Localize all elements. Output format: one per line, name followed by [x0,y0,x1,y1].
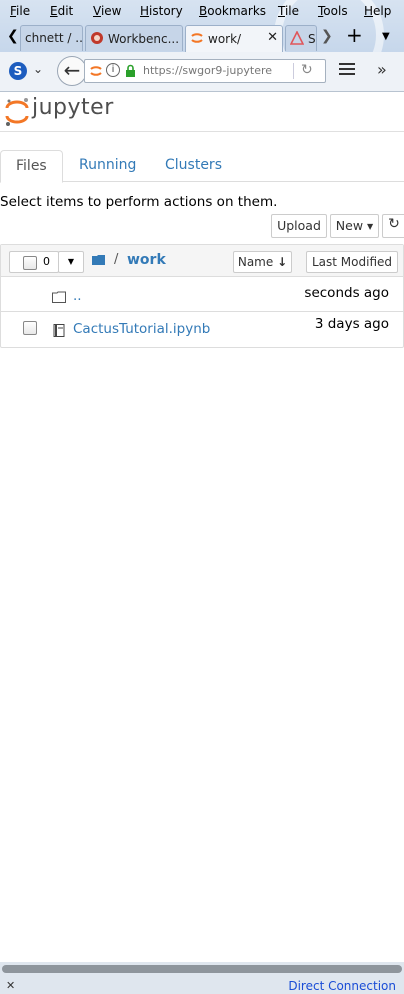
browser-chrome: File Edit View History Bookmarks Tile To… [0,0,404,92]
sort-by-name-button[interactable]: Name ↓ [233,251,292,273]
tab-list-dropdown-icon[interactable]: ▼ [382,31,390,42]
browser-tab-4[interactable]: S [285,25,317,51]
sort-by-modified-button[interactable]: Last Modified [306,251,398,273]
parent-folder-link[interactable]: .. [73,288,82,304]
sort-modified-label: Last Modified [311,255,392,269]
select-hint-text: Select items to perform actions on them. [0,194,278,210]
url-separator [293,63,294,79]
select-dropdown-button[interactable]: ▼ [58,251,84,273]
airbnb-favicon-icon [290,31,304,45]
url-text: https://swgor9-jupytere [143,64,273,77]
jupyter-favicon-icon [191,33,203,43]
status-bar: ✕ Direct Connection [0,962,404,994]
tab-scroll-left-icon[interactable]: ❮ [7,28,19,44]
workbench-favicon-icon [91,32,103,44]
item-modified-time: 3 days ago [314,316,389,332]
tab-running[interactable]: Running [64,150,151,182]
reload-icon[interactable]: ↻ [301,62,313,78]
menu-history[interactable]: History [140,4,183,18]
folder-icon[interactable] [92,254,106,266]
navigation-bar: S ⌄ ← i https://swgor9-jupytere ↻ » [0,52,404,92]
new-label: New [335,218,364,233]
item-modified-time: seconds ago [304,285,389,301]
jupyter-logo-text[interactable]: jupyter [32,95,114,120]
browser-tab-label: Workbenc... [108,32,180,46]
jupyter-site-icon [90,66,102,76]
browser-tab-1[interactable]: chnett / ... [20,25,83,51]
folder-outline-icon [52,291,66,303]
horizontal-scrollbar[interactable] [2,965,402,973]
menu-help[interactable]: Help [364,4,391,18]
list-item[interactable]: CactusTutorial.ipynb 3 days ago [1,313,403,347]
extension-s-icon[interactable]: S [9,62,27,80]
upload-label: Upload [277,218,321,233]
file-list-header: 0 ▼ / work Name ↓ Last Modified [1,245,403,277]
refresh-list-button[interactable]: ↻ [382,214,404,238]
jupyter-logo-icon[interactable] [4,97,30,127]
overflow-chevrons-icon[interactable]: » [377,60,387,79]
new-tab-plus-icon[interactable]: + [346,23,363,47]
close-status-icon[interactable]: ✕ [6,979,15,992]
jupyter-header: jupyter [0,92,404,132]
site-info-icon[interactable]: i [106,63,120,77]
connection-status-text[interactable]: Direct Connection [288,979,396,993]
menu-bar: File Edit View History Bookmarks Tile To… [0,0,404,22]
new-dropdown-button[interactable]: New ▼ [330,214,379,238]
url-bar[interactable]: i https://swgor9-jupytere ↻ [84,59,326,83]
list-item[interactable]: .. seconds ago [1,278,403,312]
close-tab-icon[interactable]: ✕ [267,30,278,45]
browser-tab-label: chnett / ... [25,31,83,45]
browser-tab-2[interactable]: Workbenc... [85,25,183,51]
notebook-tabs: Files Running Clusters [0,150,404,183]
notebook-file-link[interactable]: CactusTutorial.ipynb [73,321,210,337]
hamburger-menu-icon[interactable] [339,61,355,75]
refresh-icon: ↻ [388,216,400,232]
select-all-checkbox[interactable] [23,256,37,270]
menu-file[interactable]: File [10,4,30,18]
back-arrow-icon[interactable]: ← [57,56,87,86]
tab-scroll-right-icon[interactable]: ❯ [321,28,333,44]
breadcrumb-folder-link[interactable]: work [127,252,166,268]
caret-down-icon: ▼ [367,222,374,231]
sort-name-label: Name [237,255,274,269]
item-checkbox[interactable] [23,321,37,335]
extension-dropdown-icon[interactable]: ⌄ [33,62,43,76]
notebook-icon [53,324,65,337]
tab-files[interactable]: Files [0,150,63,183]
upload-button[interactable]: Upload [271,214,327,238]
browser-tab-active[interactable]: work/ ✕ [185,25,283,52]
menu-edit[interactable]: Edit [50,4,73,18]
tab-strip: ❮ chnett / ... Workbenc... work/ ✕ S ❯ +… [0,22,404,52]
menu-tools[interactable]: Tools [318,4,348,18]
browser-tab-label: S [308,32,316,46]
selected-count: 0 [43,255,50,268]
caret-down-icon: ▼ [67,257,75,266]
breadcrumb-separator: / [114,252,119,267]
browser-tab-label: work/ [208,32,242,46]
file-list: 0 ▼ / work Name ↓ Last Modified .. secon… [0,244,404,348]
tab-clusters[interactable]: Clusters [150,150,237,182]
secure-lock-icon [126,64,135,77]
menu-tile[interactable]: Tile [278,4,299,18]
sort-arrow-down-icon: ↓ [277,255,288,269]
menu-view[interactable]: View [93,4,121,18]
menu-bookmarks[interactable]: Bookmarks [199,4,266,18]
select-all-control[interactable]: 0 [9,251,59,273]
